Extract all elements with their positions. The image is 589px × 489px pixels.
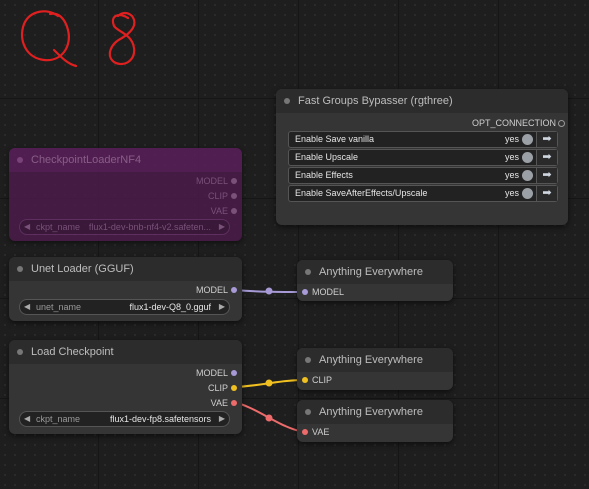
collapse-dot-icon[interactable] [17,266,23,272]
output-slot-dot-icon[interactable] [231,287,237,293]
collapse-dot-icon[interactable] [305,357,311,363]
collapse-dot-icon[interactable] [305,409,311,415]
ckpt-name-combo[interactable]: ◀ ckpt_name flux1-dev-bnb-nf4-v2.safeten… [19,219,230,235]
output-label-model: MODEL [195,285,228,295]
toggle-label: Enable SaveAfterEffects/Upscale [295,188,428,198]
output-slot-dot-icon[interactable] [231,178,237,184]
widget-value: flux1-dev-bnb-nf4-v2.safeten... [88,222,211,232]
fast-groups-bypasser-node[interactable]: Fast Groups Bypasser (rgthree) OPT_CONNE… [276,89,568,225]
node-title-bar[interactable]: CheckpointLoaderNF4 [9,148,242,172]
arrow-left-icon[interactable]: ◀ [24,300,30,314]
arrow-right-icon[interactable]: ▶ [219,220,225,234]
toggle-upscale[interactable]: Enable Upscale yes ➡ [288,149,558,166]
load-checkpoint-node[interactable]: Load Checkpoint MODEL CLIP VAE ◀ ckpt_na… [9,340,242,434]
toggle-label: Enable Effects [295,170,353,180]
arrow-left-icon[interactable]: ◀ [24,412,30,426]
widget-name: unet_name [36,302,82,312]
widget-name: ckpt_name [36,222,81,232]
goto-group-arrow-icon[interactable]: ➡ [536,132,557,147]
output-slot-row: OPT_CONNECTION [472,118,556,128]
collapse-dot-icon[interactable] [305,269,311,275]
collapse-dot-icon[interactable] [17,349,23,355]
widget-value: flux1-dev-fp8.safetensors [109,414,211,424]
output-label-clip: CLIP [207,383,228,393]
output-label-model: MODEL [195,176,228,186]
node-title: Fast Groups Bypasser (rgthree) [298,95,453,107]
node-title: Anything Everywhere [319,354,423,366]
goto-group-arrow-icon[interactable]: ➡ [536,168,557,183]
output-slot-dot-icon[interactable] [558,120,565,127]
node-title: Anything Everywhere [319,266,423,278]
output-slot-dot-icon[interactable] [231,385,237,391]
checkpoint-loader-nf4-node[interactable]: CheckpointLoaderNF4 MODEL CLIP VAE ◀ ckp… [9,148,242,241]
collapse-dot-icon[interactable] [284,98,290,104]
wire-vae-midpoint [265,414,273,422]
toggle-knob-icon[interactable] [522,188,533,199]
unet-name-combo[interactable]: ◀ unet_name flux1-dev-Q8_0.gguf ▶ [19,299,230,315]
collapse-dot-icon[interactable] [17,157,23,163]
wire-clip [233,379,305,388]
input-label-model: MODEL [312,287,345,297]
toggle-knob-icon[interactable] [522,170,533,181]
node-title: Unet Loader (GGUF) [31,263,134,275]
wire-model [234,289,305,293]
node-title: Anything Everywhere [319,406,423,418]
grid-line [498,0,499,489]
output-slot-dot-icon[interactable] [231,193,237,199]
toggle-value: yes [504,152,519,162]
output-label-model: MODEL [195,368,228,378]
node-title-bar[interactable]: Anything Everywhere [297,348,453,372]
arrow-right-icon[interactable]: ▶ [219,300,225,314]
toggle-save-after-effects-upscale[interactable]: Enable SaveAfterEffects/Upscale yes ➡ [288,185,558,202]
toggle-value: yes [504,134,519,144]
node-title-bar[interactable]: Unet Loader (GGUF) [9,257,242,281]
output-slot-dot-icon[interactable] [231,208,237,214]
widget-value: flux1-dev-Q8_0.gguf [129,302,211,312]
unet-loader-gguf-node[interactable]: Unet Loader (GGUF) MODEL ◀ unet_name flu… [9,257,242,321]
widget-name: ckpt_name [36,414,81,424]
arrow-left-icon[interactable]: ◀ [24,220,30,234]
toggle-knob-icon[interactable] [522,134,533,145]
toggle-label: Enable Save vanilla [295,134,375,144]
output-label: OPT_CONNECTION [471,118,556,128]
goto-group-arrow-icon[interactable]: ➡ [536,150,557,165]
anything-everywhere-vae-node[interactable]: Anything Everywhere VAE [297,400,453,442]
input-label-clip: CLIP [312,375,333,385]
output-label-vae: VAE [210,206,228,216]
input-label-vae: VAE [312,427,330,437]
toggle-label: Enable Upscale [295,152,359,162]
toggle-save-vanilla[interactable]: Enable Save vanilla yes ➡ [288,131,558,148]
anything-everywhere-clip-node[interactable]: Anything Everywhere CLIP [297,348,453,390]
toggle-knob-icon[interactable] [522,152,533,163]
node-title: Load Checkpoint [31,346,114,358]
node-title-bar[interactable]: Anything Everywhere [297,400,453,424]
toggle-value: yes [504,188,519,198]
ckpt-name-combo[interactable]: ◀ ckpt_name flux1-dev-fp8.safetensors ▶ [19,411,230,427]
node-title-bar[interactable]: Load Checkpoint [9,340,242,364]
input-slot-dot-icon[interactable] [302,289,308,295]
output-label-clip: CLIP [207,191,228,201]
arrow-right-icon[interactable]: ▶ [219,412,225,426]
node-title-bar[interactable]: Fast Groups Bypasser (rgthree) [276,89,568,113]
output-slot-dot-icon[interactable] [231,400,237,406]
wire-clip-midpoint [265,379,273,387]
input-slot-dot-icon[interactable] [302,429,308,435]
goto-group-arrow-icon[interactable]: ➡ [536,186,557,201]
output-label-vae: VAE [210,398,228,408]
wire-model-midpoint [265,287,273,295]
node-title: CheckpointLoaderNF4 [31,154,142,166]
output-slot-dot-icon[interactable] [231,370,237,376]
toggle-effects[interactable]: Enable Effects yes ➡ [288,167,558,184]
node-title-bar[interactable]: Anything Everywhere [297,260,453,284]
anything-everywhere-model-node[interactable]: Anything Everywhere MODEL [297,260,453,301]
handwritten-annotation [20,10,136,68]
wire-vae [233,401,305,433]
input-slot-dot-icon[interactable] [302,377,308,383]
toggle-value: yes [504,170,519,180]
